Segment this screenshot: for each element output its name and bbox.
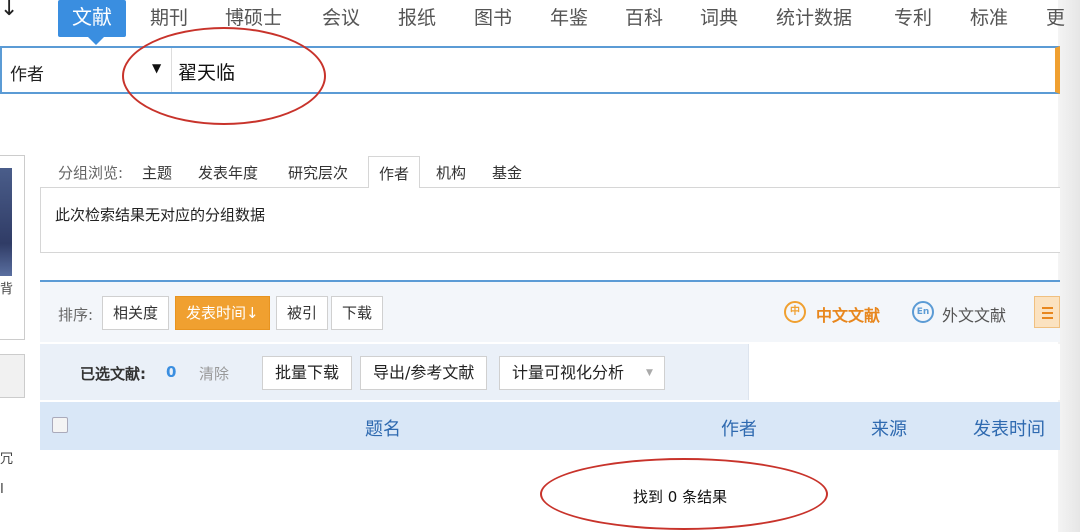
select-all-checkbox[interactable]: [52, 417, 68, 433]
nav-tab-books[interactable]: 图书: [474, 4, 512, 34]
search-field-label: 作者: [10, 65, 44, 85]
nav-tab-patent[interactable]: 专利: [894, 4, 932, 34]
results-table-header: 题名 作者 来源 发表时间: [40, 402, 1060, 450]
selection-toolbar: 已选文献: 0 清除 批量下载 导出/参考文献 计量可视化分析 ▼: [40, 344, 1060, 400]
sort-date-button[interactable]: 发表时间↓: [175, 296, 270, 330]
result-count-message: 找到 0 条结果: [633, 488, 728, 506]
chinese-lang-icon: 中: [784, 301, 806, 323]
menu-icon[interactable]: [1034, 296, 1060, 328]
group-tab-year[interactable]: 发表年度: [198, 162, 258, 183]
nav-tab-newspaper[interactable]: 报纸: [398, 4, 436, 34]
nav-tab-literature[interactable]: 文献: [58, 0, 126, 45]
group-tab-level[interactable]: 研究层次: [288, 162, 348, 183]
selected-count: 0: [166, 363, 177, 381]
group-tab-institution[interactable]: 机构: [436, 162, 466, 183]
selection-toolbar-blank: [748, 344, 1060, 400]
clear-selection-link[interactable]: 清除: [199, 363, 229, 384]
group-tab-author[interactable]: 作者: [368, 156, 421, 188]
chinese-literature-link[interactable]: 中文文献: [816, 302, 880, 326]
left-sidebar-text: 冗: [0, 452, 14, 467]
selected-label: 已选文献:: [80, 365, 146, 383]
group-tab-subject[interactable]: 主题: [142, 162, 172, 183]
nav-tab-conference[interactable]: 会议: [322, 4, 360, 34]
sort-toolbar: 排序: 相关度 发表时间↓ 被引 下载 中 中文文献 En 外文文献: [40, 280, 1060, 342]
group-browse-label: 分组浏览:: [58, 164, 124, 182]
category-nav: ↓ 文献 期刊 博硕士 会议 报纸 图书 年鉴 百科 词典 统计数据 专利 标准…: [0, 0, 1080, 45]
search-field-select[interactable]: 作者 ▼: [2, 48, 172, 92]
page-edge-shading: [1058, 0, 1080, 532]
group-browse-tabs: 分组浏览: 主题 发表年度 研究层次 作者 机构 基金: [40, 156, 1060, 188]
nav-tab-thesis[interactable]: 博硕士: [225, 4, 282, 34]
left-sidebar-thumbnail[interactable]: [0, 168, 12, 276]
sort-label: 排序:: [58, 306, 94, 324]
group-empty-message: 此次检索结果无对应的分组数据: [55, 206, 266, 224]
column-author[interactable]: 作者: [721, 415, 757, 441]
column-publish-date[interactable]: 发表时间: [973, 415, 1045, 441]
cropped-glyph: ↓: [0, 0, 19, 21]
search-bar: 作者 ▼ 翟天临: [0, 46, 1060, 94]
column-title[interactable]: 题名: [365, 415, 401, 441]
export-citation-button[interactable]: 导出/参考文献: [360, 356, 488, 390]
sort-relevance-button[interactable]: 相关度: [102, 296, 170, 330]
left-sidebar-text: I: [0, 482, 4, 497]
group-tab-fund[interactable]: 基金: [492, 162, 522, 183]
nav-tab-more[interactable]: 更: [1046, 4, 1065, 34]
nav-tab-dictionary[interactable]: 词典: [700, 4, 738, 34]
group-panel: 此次检索结果无对应的分组数据: [40, 187, 1060, 253]
foreign-literature-link[interactable]: 外文文献: [942, 302, 1006, 326]
nav-tab-journal[interactable]: 期刊: [150, 4, 188, 34]
batch-download-button[interactable]: 批量下载: [262, 356, 353, 390]
column-source[interactable]: 来源: [871, 415, 907, 441]
nav-tab-yearbook[interactable]: 年鉴: [550, 4, 588, 34]
foreign-lang-icon: En: [912, 301, 934, 323]
sort-download-button[interactable]: 下载: [331, 296, 384, 330]
left-sidebar-tab[interactable]: [0, 354, 25, 398]
search-input[interactable]: 翟天临: [178, 58, 235, 85]
nav-tab-statistics[interactable]: 统计数据: [776, 4, 852, 34]
nav-tab-standard[interactable]: 标准: [970, 4, 1008, 34]
sort-cited-button[interactable]: 被引: [276, 296, 329, 330]
visual-analysis-button[interactable]: 计量可视化分析: [499, 356, 666, 390]
nav-tab-encyclopedia[interactable]: 百科: [625, 4, 663, 34]
dropdown-arrow-icon: ▼: [646, 368, 653, 378]
caret-down-icon: ▼: [152, 61, 162, 75]
left-sidebar-text: 背: [0, 282, 14, 297]
